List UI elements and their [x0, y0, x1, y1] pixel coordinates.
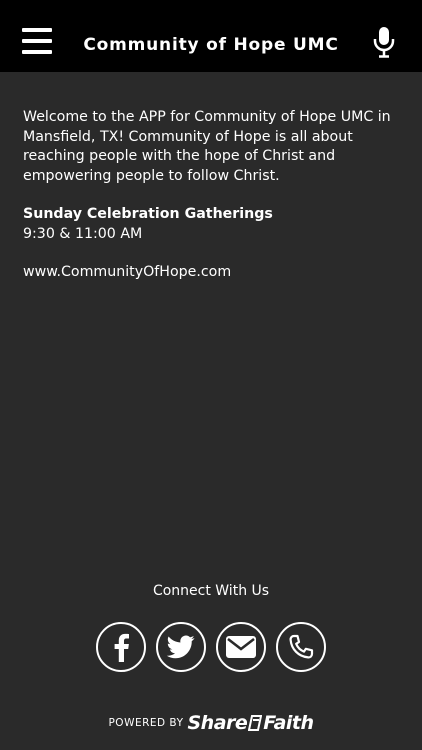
menu-button[interactable]	[22, 28, 52, 54]
website-link[interactable]: www.CommunityOfHope.com	[23, 263, 399, 283]
connect-label: Connect With Us	[152, 583, 270, 599]
email-button[interactable]	[216, 622, 266, 672]
hamburger-icon-bar	[22, 50, 52, 54]
gatherings-times: 9:30 & 11:00 AM	[23, 225, 143, 242]
intro-text: Welcome to the APP for Community of Hope…	[23, 109, 391, 184]
twitter-icon	[167, 635, 195, 659]
hamburger-icon-bar	[22, 39, 52, 43]
twitter-button[interactable]	[156, 622, 206, 672]
social-buttons	[0, 622, 422, 672]
page-title: Community of Hope UMC	[83, 35, 339, 55]
sharefaith-mark-icon	[248, 715, 263, 731]
powered-by-label: POWERED BY	[108, 717, 184, 729]
gatherings-title: Sunday Celebration Gatherings	[23, 206, 273, 222]
app-screen: Community of Hope UMC Welcome to the APP…	[0, 0, 422, 750]
phone-button[interactable]	[276, 622, 326, 672]
hamburger-icon	[22, 28, 52, 32]
sharefaith-logo: Share Faith	[187, 712, 314, 734]
phone-icon	[289, 634, 314, 659]
facebook-button[interactable]	[96, 622, 146, 672]
brand-share: Share	[187, 712, 248, 734]
microphone-icon	[373, 27, 395, 58]
voice-search-button[interactable]	[372, 26, 396, 58]
envelope-icon	[226, 636, 256, 658]
facebook-icon	[114, 633, 129, 662]
powered-by: POWERED BY Share Faith	[0, 712, 422, 734]
top-bar: Community of Hope UMC	[0, 0, 422, 72]
welcome-content: Welcome to the APP for Community of Hope…	[23, 108, 399, 283]
brand-faith: Faith	[263, 712, 314, 734]
